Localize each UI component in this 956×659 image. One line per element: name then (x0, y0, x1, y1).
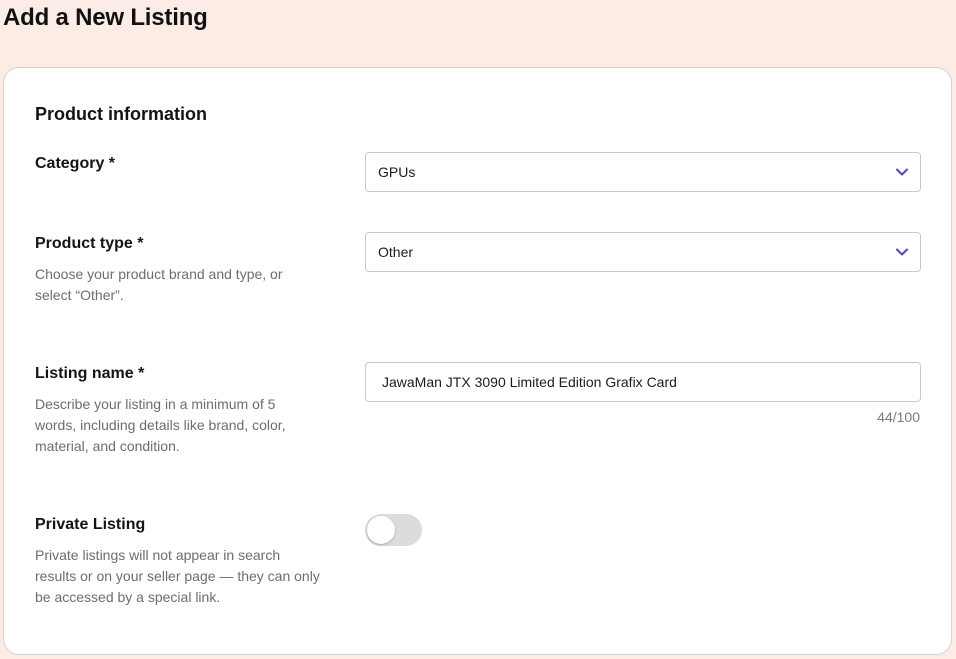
listing-name-input[interactable] (365, 362, 921, 402)
product-type-help: Choose your product brand and type, or s… (35, 266, 283, 303)
private-listing-label: Private Listing (35, 516, 146, 533)
product-information-card: Product information Category * GPUs Prod… (3, 67, 952, 655)
listing-name-label: Listing name * (35, 365, 145, 382)
chevron-down-icon (896, 248, 908, 256)
toggle-knob (367, 516, 395, 544)
product-type-select[interactable]: Other (365, 232, 921, 272)
category-label: Category * (35, 155, 116, 172)
category-select[interactable]: GPUs (365, 152, 921, 192)
product-type-label: Product type * (35, 235, 144, 252)
product-type-select-value: Other (378, 244, 414, 260)
page-title: Add a New Listing (3, 4, 208, 31)
category-select-value: GPUs (378, 164, 416, 180)
private-listing-help: Private listings will not appear in sear… (35, 547, 320, 605)
section-title: Product information (35, 104, 207, 124)
private-listing-toggle[interactable] (365, 514, 422, 546)
chevron-down-icon (896, 168, 908, 176)
listing-name-help: Describe your listing in a minimum of 5 … (35, 396, 286, 454)
listing-name-char-count: 44/100 (877, 409, 920, 425)
